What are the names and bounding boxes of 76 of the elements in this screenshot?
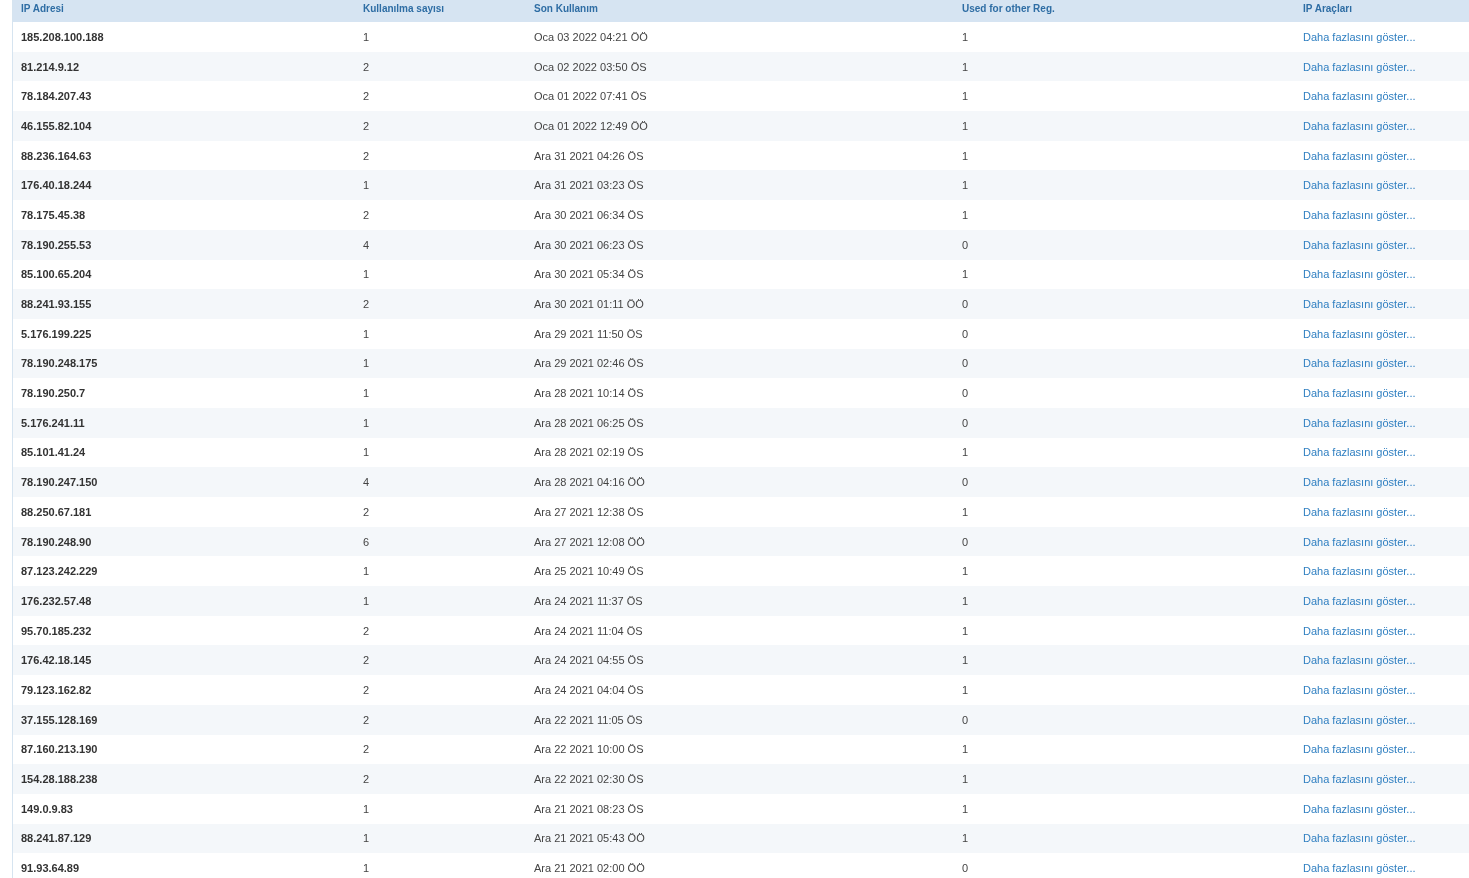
table-cell: Ara 28 2021 06:25 ÖS <box>526 407 954 438</box>
table-cell: Ara 24 2021 04:55 ÖS <box>526 645 954 676</box>
table-cell: Ara 28 2021 04:16 ÖÖ <box>526 467 954 497</box>
table-cell: 1 <box>954 170 1295 201</box>
table-cell: 78.190.248.175 <box>13 348 355 379</box>
table-cell: 5.176.241.11 <box>13 407 355 438</box>
table-cell: 176.40.18.244 <box>13 170 355 201</box>
column-header: IP Araçları <box>1295 0 1469 22</box>
table-cell: 0 <box>954 704 1295 735</box>
table-cell: 88.241.87.129 <box>13 823 355 854</box>
show-more-link[interactable]: Daha fazlasını göster... <box>1303 565 1416 578</box>
table-cell: Ara 24 2021 11:37 ÖS <box>526 586 954 616</box>
show-more-link[interactable]: Daha fazlasını göster... <box>1303 149 1416 162</box>
show-more-link[interactable]: Daha fazlasını göster... <box>1303 30 1416 43</box>
table-cell: 1 <box>355 170 526 201</box>
table-cell: 0 <box>954 526 1295 557</box>
table-cell: Ara 21 2021 05:43 ÖÖ <box>526 823 954 854</box>
table-cell: 1 <box>355 407 526 438</box>
table-cell: 0 <box>954 467 1295 497</box>
table-cell: Ara 27 2021 12:08 ÖÖ <box>526 526 954 557</box>
table-cell: 46.155.82.104 <box>13 111 355 141</box>
show-more-link[interactable]: Daha fazlasını göster... <box>1303 505 1416 518</box>
table-cell: 1 <box>954 111 1295 141</box>
table-cell: 0 <box>954 229 1295 260</box>
show-more-link[interactable]: Daha fazlasını göster... <box>1303 387 1416 400</box>
table-cell: 1 <box>954 823 1295 854</box>
table-cell: 1 <box>355 348 526 379</box>
table-cell: 2 <box>355 704 526 735</box>
table-cell: 176.232.57.48 <box>13 586 355 616</box>
column-header: IP Adresi <box>13 0 355 22</box>
table-cell: 6 <box>355 526 526 557</box>
table-cell: Ara 29 2021 02:46 ÖS <box>526 348 954 379</box>
table-cell: Ara 22 2021 02:30 ÖS <box>526 764 954 794</box>
table-cell: 0 <box>954 407 1295 438</box>
table-cell: 176.42.18.145 <box>13 645 355 676</box>
show-more-link[interactable]: Daha fazlasını göster... <box>1303 683 1416 696</box>
table-cell: 1 <box>954 764 1295 794</box>
table-cell: 0 <box>954 289 1295 319</box>
table-cell: 1 <box>355 586 526 616</box>
table-cell: 78.190.255.53 <box>13 229 355 260</box>
table-cell: 78.190.247.150 <box>13 467 355 497</box>
table-cell: Ara 30 2021 01:11 ÖÖ <box>526 289 954 319</box>
table-cell: 37.155.128.169 <box>13 704 355 735</box>
table-cell: 2 <box>355 764 526 794</box>
table-cell: 1 <box>954 645 1295 676</box>
table-cell: 1 <box>954 586 1295 616</box>
show-more-link[interactable]: Daha fazlasını göster... <box>1303 327 1416 340</box>
column-header: Son Kullanım <box>526 0 954 22</box>
table-cell: 4 <box>355 229 526 260</box>
table-cell: 0 <box>954 348 1295 379</box>
table-cell: 4 <box>355 467 526 497</box>
show-more-link[interactable]: Daha fazlasını göster... <box>1303 208 1416 221</box>
table-cell: 88.241.93.155 <box>13 289 355 319</box>
show-more-link[interactable]: Daha fazlasını göster... <box>1303 268 1416 281</box>
show-more-link[interactable]: Daha fazlasını göster... <box>1303 802 1416 815</box>
table-cell: 2 <box>355 111 526 141</box>
table-cell: Ara 22 2021 11:05 ÖS <box>526 704 954 735</box>
table-cell: Ara 30 2021 06:23 ÖS <box>526 229 954 260</box>
table-cell: Oca 02 2022 03:50 ÖS <box>526 51 954 82</box>
table-cell: 78.190.248.90 <box>13 526 355 557</box>
table-cell: 1 <box>954 51 1295 82</box>
column-header: Kullanılma sayısı <box>355 0 526 22</box>
table-cell: Oca 01 2022 12:49 ÖÖ <box>526 111 954 141</box>
table-cell: 2 <box>355 51 526 82</box>
show-more-link[interactable]: Daha fazlasını göster... <box>1303 743 1416 756</box>
table-cell: 154.28.188.238 <box>13 764 355 794</box>
show-more-link[interactable]: Daha fazlasını göster... <box>1303 446 1416 459</box>
table-cell: 2 <box>355 645 526 676</box>
show-more-link[interactable]: Daha fazlasını göster... <box>1303 862 1416 875</box>
table-cell: Ara 31 2021 03:23 ÖS <box>526 170 954 201</box>
show-more-link[interactable]: Daha fazlasını göster... <box>1303 90 1416 103</box>
table-cell: 1 <box>355 823 526 854</box>
table-cell: 2 <box>355 289 526 319</box>
column-header: Used for other Reg. <box>954 0 1295 22</box>
table-cell: 81.214.9.12 <box>13 51 355 82</box>
show-more-link[interactable]: Daha fazlasını göster... <box>1303 624 1416 637</box>
